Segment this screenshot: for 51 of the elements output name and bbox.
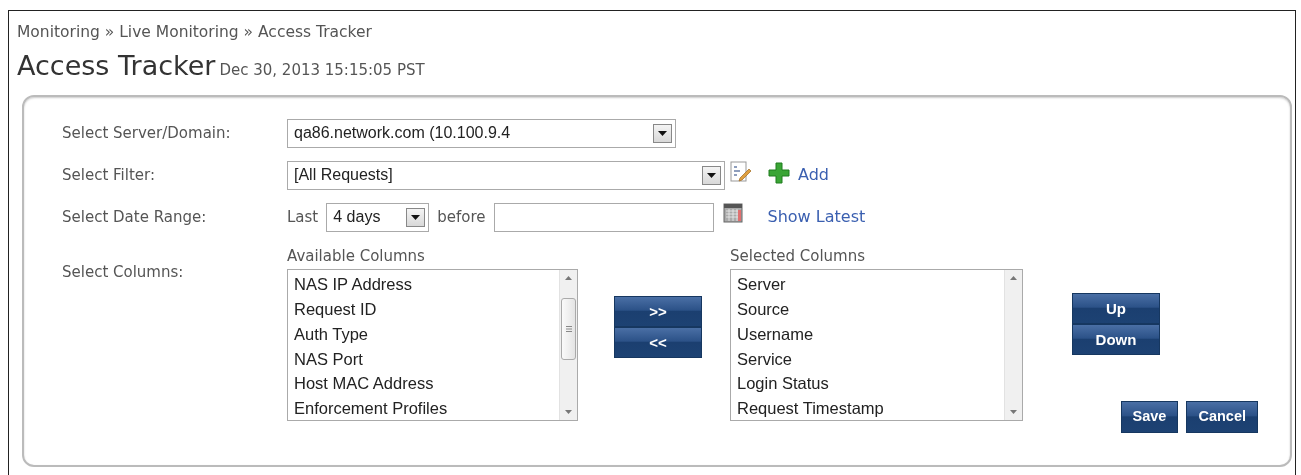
caret-icon <box>707 172 716 178</box>
column-heading: Available Columns <box>287 245 426 267</box>
caret-icon <box>658 130 667 136</box>
plus-icon <box>768 162 790 185</box>
list-box[interactable]: NAS IP Address Request ID Auth Type NAS Port Host MAC Address Enforcement Profiles <box>287 269 578 422</box>
breadcrumb: Monitoring » Live Monitoring » Access Tracker <box>17 22 373 43</box>
scroll-down-icon <box>1010 410 1017 415</box>
list-item[interactable]: NAS IP Address <box>294 272 553 297</box>
add-link[interactable]: Add <box>798 163 829 188</box>
move-button[interactable]: >> <box>614 295 702 327</box>
list-item[interactable]: Enforcement Profiles <box>294 396 553 421</box>
list-item[interactable]: Request ID <box>294 296 553 322</box>
list-item[interactable]: Source <box>737 296 998 322</box>
prefix-label: Last <box>287 206 319 228</box>
order-button[interactable]: Down <box>1072 323 1160 355</box>
field-label: Select Date Range: <box>62 206 208 228</box>
dropdown[interactable]: 4 days <box>326 202 430 232</box>
edit-icon <box>730 161 752 184</box>
dropdown[interactable]: qa86.network.com (10.100.9.4 <box>287 118 676 148</box>
list-item[interactable]: Service <box>737 346 998 372</box>
field-label: Select Filter: <box>62 164 156 186</box>
list-item[interactable]: Host MAC Address <box>294 371 553 397</box>
list-box[interactable]: Server Source Username Service Login Status Request Timestamp <box>730 269 1023 422</box>
scroll-up-icon <box>1010 276 1017 281</box>
scroll-down-icon <box>565 410 572 415</box>
order-button[interactable]: Up <box>1072 292 1160 324</box>
caret-icon <box>411 214 421 220</box>
move-button[interactable]: << <box>614 326 702 358</box>
list-item[interactable]: NAS Port <box>294 346 553 372</box>
scrollbar[interactable] <box>559 270 577 421</box>
scroll-thumb[interactable] <box>561 298 576 361</box>
list-item[interactable]: Request Timestamp <box>737 396 998 421</box>
action-button[interactable]: Cancel <box>1186 400 1258 433</box>
list-item[interactable]: Server <box>737 272 998 297</box>
field-label: Select Server/Domain: <box>62 122 232 144</box>
list-item[interactable]: Username <box>737 321 998 347</box>
scrollbar[interactable] <box>1004 270 1022 421</box>
connector-label: before <box>437 206 486 228</box>
dropdown[interactable]: [All Requests] <box>287 160 725 190</box>
list-item[interactable]: Login Status <box>737 371 998 397</box>
field-label: Select Columns: <box>62 261 185 283</box>
timestamp: Dec 30, 2013 15:15:05 PST <box>219 61 425 80</box>
scroll-up-icon <box>565 276 572 281</box>
grip-icon <box>565 326 572 333</box>
list-item[interactable]: Auth Type <box>294 321 553 347</box>
column-heading: Selected Columns <box>730 245 867 267</box>
action-button[interactable]: Save <box>1120 400 1179 433</box>
calendar-icon <box>722 203 743 224</box>
date-field[interactable] <box>493 202 714 232</box>
page-title: Access Tracker <box>17 50 216 82</box>
show-latest-link[interactable]: Show Latest <box>767 205 866 230</box>
